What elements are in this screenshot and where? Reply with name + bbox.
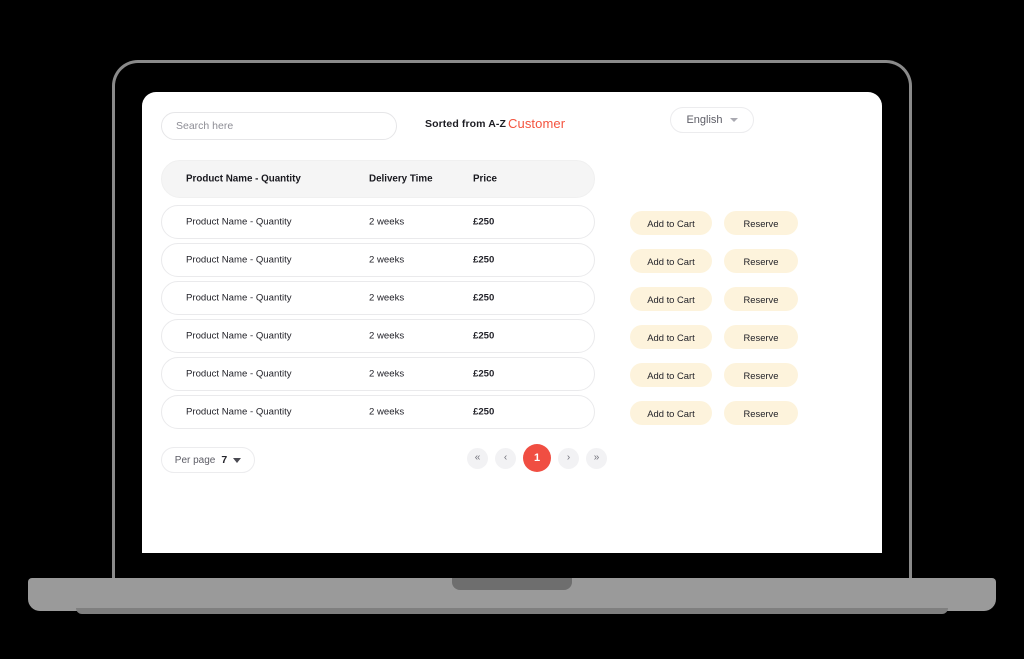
reserve-button[interactable]: Reserve xyxy=(724,401,798,425)
laptop-base-shadow xyxy=(76,608,948,614)
table-footer: Per page 7 « ‹ 1 › » xyxy=(142,444,882,490)
cell-price: £250 xyxy=(473,330,495,342)
per-page-value: 7 xyxy=(221,454,228,466)
table-row[interactable]: Product Name - Quantity 2 weeks £250 Add… xyxy=(161,205,798,239)
search-input[interactable] xyxy=(161,112,397,140)
pagination-page-1-button[interactable]: 1 xyxy=(523,444,551,472)
table-header-row: Product Name - Quantity Delivery Time Pr… xyxy=(161,160,595,198)
table-row[interactable]: Product Name - Quantity 2 weeks £250 Add… xyxy=(161,319,798,353)
row-actions: Add to Cart Reserve xyxy=(630,396,798,430)
cell-price: £250 xyxy=(473,406,495,418)
reserve-button[interactable]: Reserve xyxy=(724,325,798,349)
cell-delivery-time: 2 weeks xyxy=(369,330,405,342)
row-actions: Add to Cart Reserve xyxy=(630,244,798,278)
pagination-first-button[interactable]: « xyxy=(467,447,488,469)
cell-product-name: Product Name - Quantity xyxy=(186,216,292,228)
laptop-screen: Sorted from A-Z Customer English Product… xyxy=(142,92,882,553)
pagination-last-button[interactable]: » xyxy=(586,447,607,469)
cell-delivery-time: 2 weeks xyxy=(369,216,405,228)
column-header-product-name: Product Name - Quantity xyxy=(186,173,301,185)
product-table: Product Name - Quantity Delivery Time Pr… xyxy=(142,160,882,433)
customer-label: Customer xyxy=(508,116,566,131)
laptop-base-notch xyxy=(452,578,572,590)
cell-product-name: Product Name - Quantity xyxy=(186,292,292,304)
add-to-cart-button[interactable]: Add to Cart xyxy=(630,325,712,349)
language-selected-label: English xyxy=(686,114,723,126)
table-row[interactable]: Product Name - Quantity 2 weeks £250 Add… xyxy=(161,357,798,391)
column-header-delivery-time: Delivery Time xyxy=(369,173,433,185)
top-bar: Sorted from A-Z Customer English xyxy=(142,92,882,162)
add-to-cart-button[interactable]: Add to Cart xyxy=(630,211,712,235)
cell-delivery-time: 2 weeks xyxy=(369,254,405,266)
row-actions: Add to Cart Reserve xyxy=(630,358,798,392)
pagination-next-button[interactable]: › xyxy=(558,447,579,469)
cell-price: £250 xyxy=(473,254,495,266)
cell-price: £250 xyxy=(473,216,495,228)
add-to-cart-button[interactable]: Add to Cart xyxy=(630,401,712,425)
add-to-cart-button[interactable]: Add to Cart xyxy=(630,363,712,387)
cell-delivery-time: 2 weeks xyxy=(369,292,405,304)
reserve-button[interactable]: Reserve xyxy=(724,211,798,235)
per-page-label: Per page xyxy=(174,454,216,466)
reserve-button[interactable]: Reserve xyxy=(724,287,798,311)
reserve-button[interactable]: Reserve xyxy=(724,249,798,273)
row-actions: Add to Cart Reserve xyxy=(630,206,798,240)
row-actions: Add to Cart Reserve xyxy=(630,282,798,316)
cell-price: £250 xyxy=(473,368,495,380)
reserve-button[interactable]: Reserve xyxy=(724,363,798,387)
language-selector[interactable]: English xyxy=(670,107,754,133)
column-header-price: Price xyxy=(473,173,497,185)
chevron-down-icon xyxy=(729,118,738,122)
caret-down-icon xyxy=(233,457,242,463)
cell-product-name: Product Name - Quantity xyxy=(186,330,292,342)
per-page-selector[interactable]: Per page 7 xyxy=(161,447,255,473)
table-row[interactable]: Product Name - Quantity 2 weeks £250 Add… xyxy=(161,281,798,315)
cell-product-name: Product Name - Quantity xyxy=(186,368,292,380)
row-actions: Add to Cart Reserve xyxy=(630,320,798,354)
add-to-cart-button[interactable]: Add to Cart xyxy=(630,287,712,311)
add-to-cart-button[interactable]: Add to Cart xyxy=(630,249,712,273)
cell-price: £250 xyxy=(473,292,495,304)
cell-product-name: Product Name - Quantity xyxy=(186,406,292,418)
cell-delivery-time: 2 weeks xyxy=(369,368,405,380)
table-row[interactable]: Product Name - Quantity 2 weeks £250 Add… xyxy=(161,243,798,277)
pagination-prev-button[interactable]: ‹ xyxy=(495,447,516,469)
sorted-label: Sorted from A-Z xyxy=(425,118,507,130)
table-row[interactable]: Product Name - Quantity 2 weeks £250 Add… xyxy=(161,395,798,429)
pagination: « ‹ 1 › » xyxy=(467,444,607,472)
cell-delivery-time: 2 weeks xyxy=(369,406,405,418)
screenshot-root: Sorted from A-Z Customer English Product… xyxy=(0,0,1024,659)
cell-product-name: Product Name - Quantity xyxy=(186,254,292,266)
